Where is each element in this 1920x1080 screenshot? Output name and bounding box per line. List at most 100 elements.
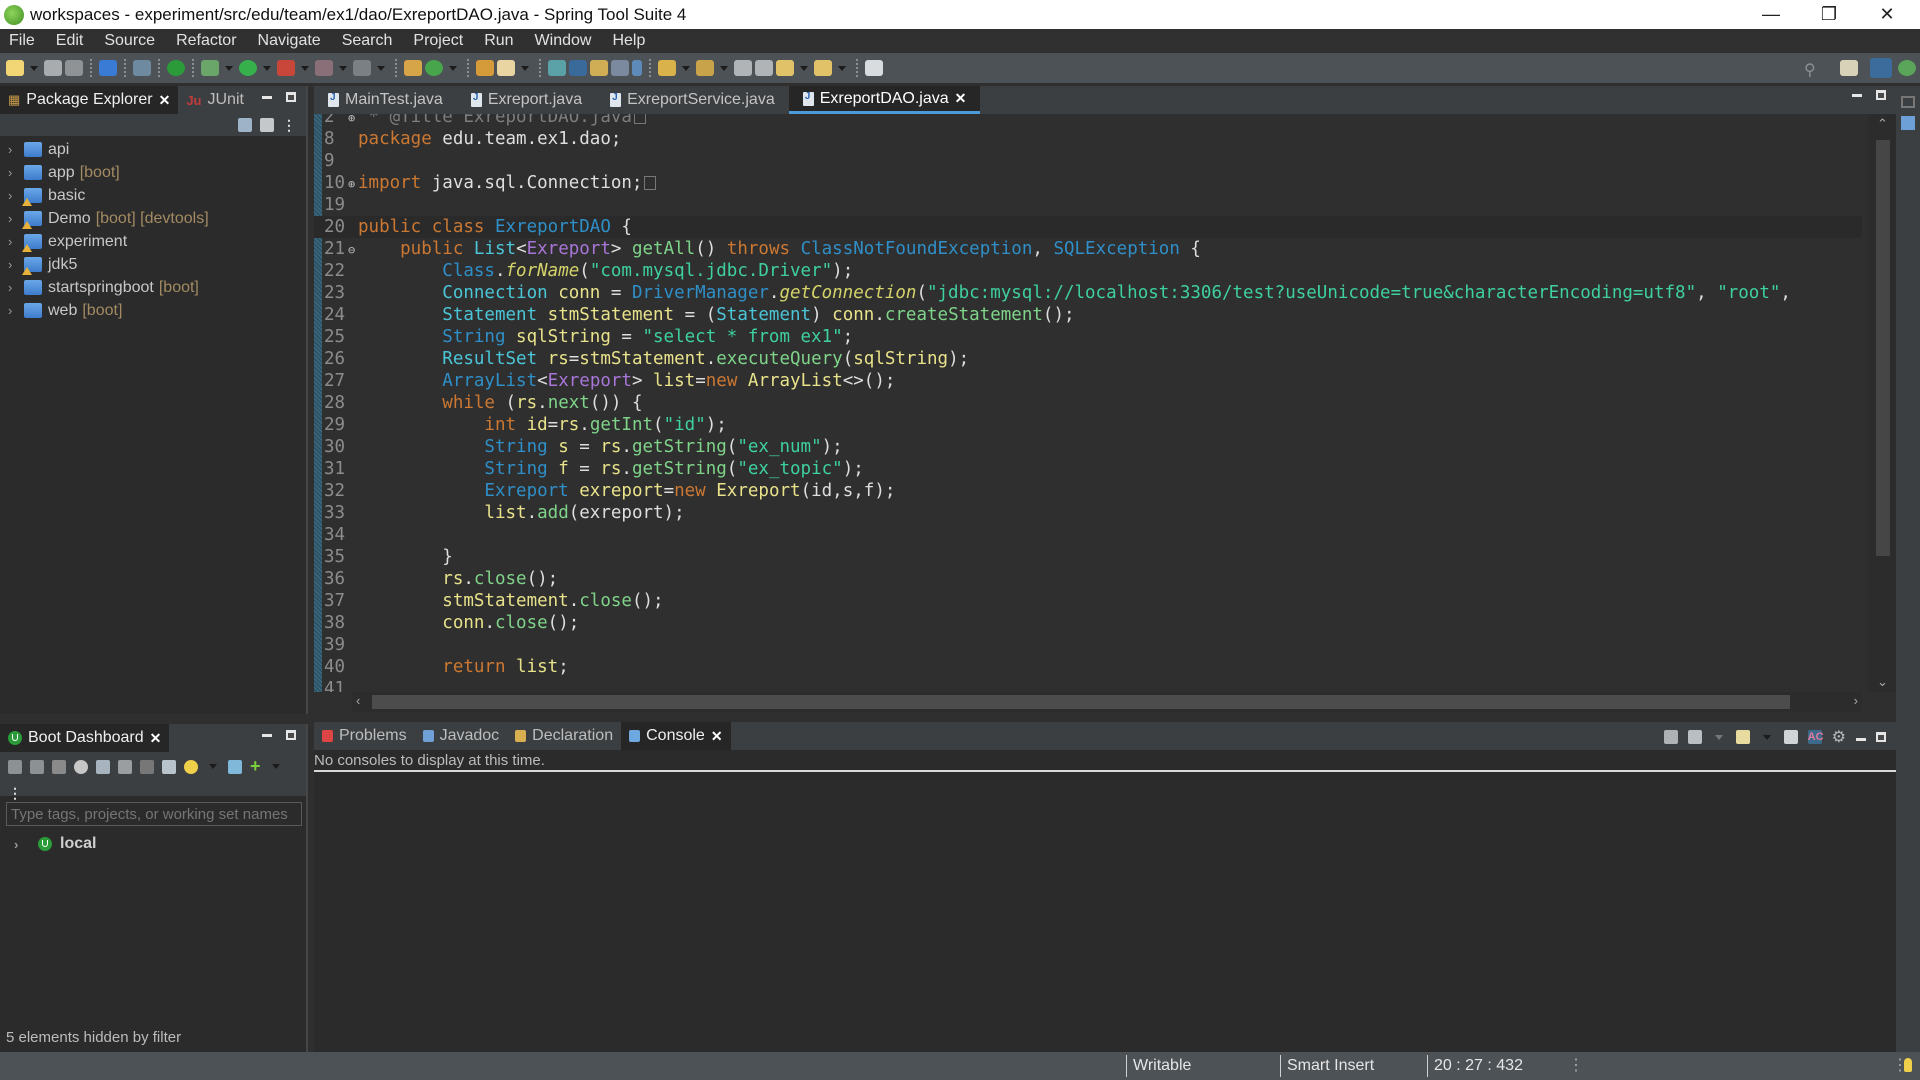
search-icon[interactable]: ⚲ <box>1804 60 1816 80</box>
tab-junit[interactable]: Ju JUnit <box>178 86 252 114</box>
folded-code-marker[interactable] <box>633 114 646 124</box>
scroll-up-icon[interactable]: ⌃ <box>1877 116 1888 132</box>
tab-package-explorer[interactable]: ▦ Package Explorer ✕ <box>0 86 179 114</box>
project-item[interactable]: › api <box>0 138 306 161</box>
menu-help[interactable]: Help <box>603 32 657 50</box>
restore-view-icon[interactable] <box>1901 96 1915 108</box>
close-icon[interactable]: ✕ <box>159 92 171 109</box>
stop-icon[interactable] <box>315 60 333 76</box>
scroll-down-icon[interactable]: ⌄ <box>1877 674 1888 690</box>
display-console-icon[interactable] <box>1687 730 1702 744</box>
open-type-icon[interactable] <box>476 60 494 76</box>
run-icon[interactable] <box>239 60 257 76</box>
next-annotation-icon[interactable] <box>658 60 676 76</box>
save-all-icon[interactable] <box>65 60 83 76</box>
settings-gear-icon[interactable]: ⚙ <box>1832 727 1846 747</box>
pin-console-icon[interactable] <box>1663 730 1678 744</box>
debug-perspective-icon[interactable] <box>1898 60 1916 76</box>
menu-navigate[interactable]: Navigate <box>249 32 333 50</box>
open-task-icon[interactable] <box>548 60 566 76</box>
forward-dropdown-icon[interactable] <box>838 65 846 71</box>
filter-icon[interactable] <box>228 759 242 774</box>
scroll-left-icon[interactable]: ‹ <box>356 693 360 708</box>
run-dropdown-icon[interactable] <box>263 65 271 71</box>
project-item[interactable]: › app [boot] <box>0 161 306 184</box>
open-perspective-icon[interactable] <box>1840 60 1858 76</box>
refresh-icon[interactable] <box>118 759 132 774</box>
add-icon[interactable]: + <box>250 756 261 777</box>
minimize-button[interactable]: — <box>1742 0 1800 29</box>
minimize-icon[interactable] <box>262 96 272 99</box>
editor-tab[interactable]: Exreport.java <box>457 86 596 114</box>
outline-icon[interactable] <box>1901 116 1915 130</box>
horizontal-scroll-thumb[interactable] <box>372 695 1790 709</box>
menu-source[interactable]: Source <box>95 32 167 50</box>
tab-boot-dashboard[interactable]: Boot Dashboard ✕ <box>0 724 170 752</box>
forward-icon[interactable] <box>814 60 832 76</box>
boot-target-local[interactable]: › local <box>0 832 306 856</box>
menu-file[interactable]: File <box>0 32 47 50</box>
prev-annotation-icon[interactable] <box>696 60 714 76</box>
new-class-icon[interactable] <box>425 60 443 76</box>
view-menu-icon[interactable]: ⋮ <box>8 785 298 802</box>
project-item[interactable]: › startspringboot [boot] <box>0 276 306 299</box>
folded-code-marker[interactable] <box>644 176 657 190</box>
expand-fold-icon[interactable]: ⊕ <box>348 173 358 195</box>
expand-chevron-icon[interactable]: › <box>8 142 24 157</box>
tab-javadoc[interactable]: Javadoc <box>415 722 508 750</box>
back-dropdown-icon[interactable] <box>800 65 808 71</box>
menu-edit[interactable]: Edit <box>47 32 96 50</box>
collapse-fold-icon[interactable]: ⊖ <box>348 239 358 261</box>
new-class-dropdown-icon[interactable] <box>449 65 457 71</box>
collapse-all-icon[interactable] <box>238 118 252 132</box>
lightbulb-icon[interactable] <box>184 759 198 774</box>
vertical-scrollbar[interactable]: ⌃ ⌄ <box>1868 114 1896 692</box>
restore-button[interactable]: ❐ <box>1800 0 1858 29</box>
skip-breakpoints-icon[interactable] <box>133 60 151 76</box>
new-dropdown-icon[interactable] <box>30 65 38 71</box>
search-brush-icon[interactable] <box>497 60 515 76</box>
terminal-icon[interactable] <box>99 60 117 76</box>
project-item[interactable]: › experiment <box>0 230 306 253</box>
editor-tab[interactable]: MainTest.java <box>314 86 457 114</box>
menu-project[interactable]: Project <box>404 32 475 50</box>
link-with-editor-icon[interactable] <box>260 118 274 132</box>
boot-filter-input[interactable] <box>6 802 302 826</box>
stop-dropdown-icon[interactable] <box>339 65 347 71</box>
properties-icon[interactable] <box>162 759 176 774</box>
scroll-right-icon[interactable]: › <box>1854 693 1858 708</box>
toggle-block-selection-icon[interactable] <box>590 60 608 76</box>
open-console-dropdown-icon[interactable] <box>1762 734 1771 740</box>
maximize-icon[interactable] <box>1876 90 1886 100</box>
show-whitespace-icon[interactable] <box>632 60 642 76</box>
menu-refactor[interactable]: Refactor <box>167 32 248 50</box>
expand-chevron-icon[interactable]: › <box>8 165 24 180</box>
menu-search[interactable]: Search <box>333 32 405 50</box>
close-icon[interactable]: ✕ <box>150 730 162 747</box>
edit-icon[interactable] <box>140 759 154 774</box>
project-item[interactable]: › jdk5 <box>0 253 306 276</box>
maximize-icon[interactable] <box>286 92 296 102</box>
expand-chevron-icon[interactable]: › <box>8 303 24 318</box>
code-editor[interactable]: 2 ⊕ * @Title ExreportDAO.java 8 package edu… <box>314 114 1862 692</box>
menu-window[interactable]: Window <box>526 32 604 50</box>
expand-fold-icon[interactable]: ⊕ <box>348 114 358 129</box>
next-annotation-dropdown-icon[interactable] <box>682 65 690 71</box>
debug-icon[interactable] <box>201 60 219 76</box>
expand-chevron-icon[interactable]: › <box>8 280 24 295</box>
external-dropdown-icon[interactable] <box>301 65 309 71</box>
tab-console[interactable]: Console ✕ <box>621 722 731 750</box>
minimize-icon[interactable] <box>1852 94 1862 97</box>
minimize-icon[interactable] <box>1856 737 1866 741</box>
tab-declaration[interactable]: Declaration <box>507 722 621 750</box>
lightbulb-dropdown-icon[interactable] <box>209 764 217 769</box>
close-icon[interactable]: ✕ <box>955 90 967 107</box>
open-console-icon[interactable] <box>96 759 110 774</box>
run-external-icon[interactable] <box>277 60 295 76</box>
debug-dropdown-icon[interactable] <box>225 65 233 71</box>
last-edit-icon[interactable] <box>734 60 752 76</box>
debug-start-icon[interactable] <box>30 759 44 774</box>
spring-perspective-icon[interactable] <box>1870 58 1892 78</box>
boot-dashboard-icon[interactable] <box>167 60 185 76</box>
maximize-icon[interactable] <box>286 730 296 740</box>
